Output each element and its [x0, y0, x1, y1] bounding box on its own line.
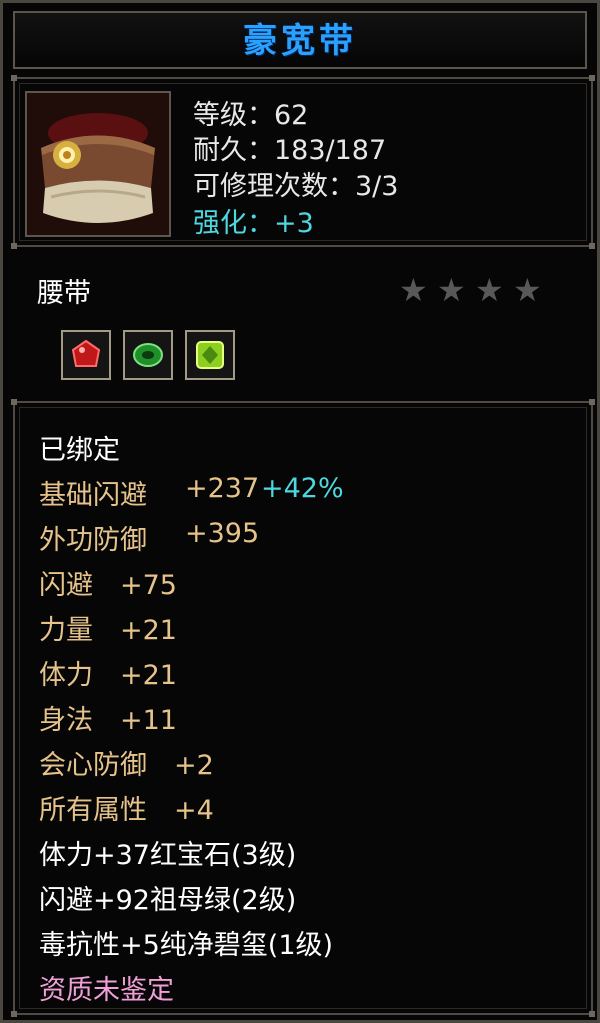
ruby-gem-icon[interactable]: [61, 330, 111, 380]
defense-value: +395: [185, 518, 260, 549]
gem-socket-2: 闪避+92祖母绿(2级): [39, 885, 297, 916]
title-bar: 豪宽带: [13, 11, 587, 69]
item-name: 豪宽带: [243, 21, 357, 61]
gem-socket-3: 毒抗性+5纯净碧玺(1级): [39, 930, 334, 961]
base-dodge-value: +237: [185, 473, 260, 504]
item-durability: 耐久：183/187: [193, 135, 387, 166]
item-type: 腰带: [37, 278, 91, 309]
bound-status: 已绑定: [39, 435, 120, 466]
star-icon: ★: [513, 271, 542, 309]
emerald-gem-icon[interactable]: [123, 330, 173, 380]
crit-defense-stat: 会心防御 +2: [39, 750, 214, 781]
stamina-stat: 体力 +21: [39, 660, 177, 691]
agility-stat: 身法 +11: [39, 705, 177, 736]
gem-socket-1: 体力+37红宝石(3级): [39, 840, 297, 871]
base-dodge-bonus: +42%: [261, 473, 344, 504]
star-icon: ★: [475, 271, 504, 309]
belt-icon[interactable]: [25, 91, 171, 237]
item-repairs: 可修理次数：3/3: [193, 171, 399, 202]
defense-label: 外功防御: [39, 525, 147, 556]
strength-stat: 力量 +21: [39, 615, 177, 646]
dodge-stat: 闪避 +75: [39, 570, 177, 601]
star-icon: ★: [437, 271, 466, 309]
all-attributes-stat: 所有属性 +4: [39, 795, 214, 826]
item-tooltip-panel: 豪宽带 等级：62 耐久：183/187 可修理次数：3/3 强化：+3 腰带 …: [0, 0, 600, 1023]
star-icon: ★: [399, 271, 428, 309]
quality-status: 资质未鉴定: [39, 975, 174, 1006]
item-level: 等级：62: [193, 100, 309, 131]
base-dodge-label: 基础闪避: [39, 480, 147, 511]
item-enhance: 强化：+3: [193, 208, 314, 239]
jade-gem-icon[interactable]: [185, 330, 235, 380]
